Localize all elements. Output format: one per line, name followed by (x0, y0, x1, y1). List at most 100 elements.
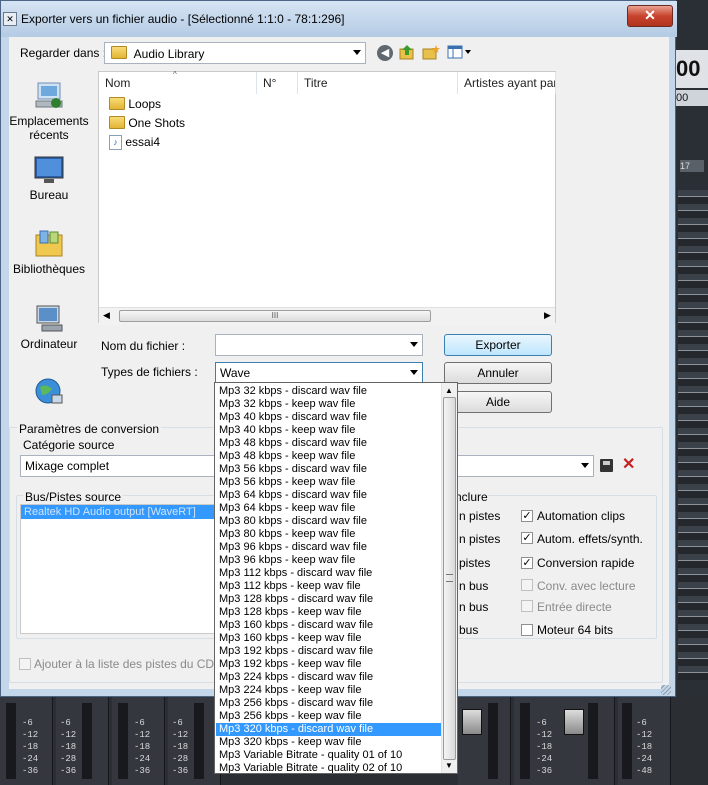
up-folder-icon[interactable] (399, 44, 415, 60)
dropdown-option[interactable]: Mp3 48 kbps - keep wav file (216, 450, 441, 463)
list-item[interactable]: One Shots (109, 116, 185, 130)
help-button[interactable]: Aide (444, 391, 552, 413)
dropdown-option[interactable]: Mp3 Variable Bitrate - quality 02 of 10 (216, 762, 441, 773)
dropdown-option[interactable]: Mp3 192 kbps - keep wav file (216, 658, 441, 671)
dropdown-option[interactable]: Mp3 64 kbps - discard wav file (216, 489, 441, 502)
list-item[interactable]: Realtek HD Audio output [WaveRT] (21, 505, 219, 519)
fast-conversion-checkbox[interactable]: ✓ (521, 557, 533, 569)
column-header-name[interactable]: Nom ^ (99, 70, 257, 94)
new-folder-icon[interactable] (422, 44, 440, 60)
place-desktop[interactable]: Bureau (9, 155, 89, 202)
filename-input[interactable] (215, 334, 423, 356)
mixer-strip: -6 -12 -18 -28 -36 (56, 697, 109, 785)
include-option[interactable]: n pistes (459, 532, 500, 546)
dropdown-scroll-thumb[interactable] (443, 397, 456, 760)
dropdown-option[interactable]: Mp3 192 kbps - discard wav file (216, 645, 441, 658)
folder-icon (109, 116, 125, 130)
dropdown-option[interactable]: Mp3 40 kbps - discard wav file (216, 411, 441, 424)
dropdown-option[interactable]: Mp3 160 kbps - keep wav file (216, 632, 441, 645)
dropdown-option[interactable]: Mp3 64 kbps - keep wav file (216, 502, 441, 515)
mixer-strip (562, 697, 615, 785)
dropdown-option[interactable]: Mp3 32 kbps - keep wav file (216, 398, 441, 411)
daw-waveforms (678, 190, 708, 680)
dropdown-option[interactable]: Mp3 112 kbps - discard wav file (216, 567, 441, 580)
meter-scale: -6 -12 -18 -24 -36 (22, 718, 39, 776)
dropdown-option[interactable]: Mp3 256 kbps - keep wav file (216, 710, 441, 723)
save-preset-icon[interactable] (600, 459, 613, 472)
dropdown-option[interactable]: Mp3 128 kbps - discard wav file (216, 593, 441, 606)
place-recent[interactable]: Emplacements récents (9, 81, 89, 142)
bus-list[interactable]: Realtek HD Audio output [WaveRT] (20, 504, 220, 634)
delete-preset-icon[interactable]: ✕ (622, 455, 635, 475)
place-network[interactable] (9, 377, 89, 410)
automation-clips-checkbox[interactable]: ✓ (521, 510, 533, 522)
chevron-down-icon (581, 463, 589, 468)
filename-label: Nom du fichier : (101, 339, 186, 353)
filetype-dropdown-list[interactable]: Mp3 32 kbps - discard wav file Mp3 32 kbp… (214, 382, 458, 774)
dialog-title: Exporter vers un fichier audio - [Sélect… (21, 12, 345, 26)
mixer-strip: -6 -12 -18 -24 -36 (514, 697, 567, 785)
column-header-artists[interactable]: Artistes ayant par (458, 72, 556, 94)
dropdown-option[interactable]: Mp3 128 kbps - keep wav file (216, 606, 441, 619)
list-item[interactable]: Loops (109, 97, 161, 111)
column-header-number[interactable]: N° (257, 72, 298, 94)
filetype-select[interactable]: Wave (215, 362, 423, 384)
lookin-combo[interactable]: Audio Library (104, 42, 366, 64)
resize-grip[interactable] (661, 685, 671, 695)
conversion-legend: Paramètres de conversion (17, 422, 162, 436)
scroll-right-icon[interactable]: ▶ (544, 310, 551, 321)
dropdown-option[interactable]: Mp3 80 kbps - keep wav file (216, 528, 441, 541)
include-option[interactable]: n bus (459, 579, 488, 593)
scroll-left-icon[interactable]: ◀ (103, 310, 110, 321)
network-icon (32, 377, 66, 407)
dropdown-option[interactable]: Mp3 160 kbps - discard wav file (216, 619, 441, 632)
dropdown-option[interactable]: Mp3 56 kbps - discard wav file (216, 463, 441, 476)
place-libraries[interactable]: Bibliothèques (9, 229, 89, 276)
dropdown-option[interactable]: Mp3 224 kbps - keep wav file (216, 684, 441, 697)
view-menu-icon[interactable] (447, 44, 473, 60)
dropdown-option[interactable]: Mp3 Variable Bitrate - quality 01 of 10 (216, 749, 441, 762)
daw-track-view: 00 00 17 (676, 0, 708, 785)
include-option[interactable]: n bus (459, 600, 488, 614)
option-label: Autom. effets/synth. (537, 532, 643, 546)
scroll-down-icon[interactable]: ▼ (445, 761, 453, 770)
dropdown-option[interactable]: Mp3 320 kbps - keep wav file (216, 736, 441, 749)
engine-64bit-checkbox[interactable] (521, 624, 533, 636)
dropdown-option[interactable]: Mp3 56 kbps - keep wav file (216, 476, 441, 489)
dropdown-option[interactable]: Mp3 32 kbps - discard wav file (216, 385, 441, 398)
folder-icon (109, 97, 125, 111)
export-button[interactable]: Exporter (444, 334, 552, 356)
include-option[interactable]: n pistes (459, 509, 500, 523)
add-to-cd-checkbox[interactable] (19, 658, 31, 670)
scrollbar-thumb[interactable]: III (119, 310, 431, 322)
place-label: Emplacements récents (9, 114, 89, 142)
dropdown-option[interactable]: Mp3 96 kbps - keep wav file (216, 554, 441, 567)
dropdown-option[interactable]: Mp3 48 kbps - discard wav file (216, 437, 441, 450)
dropdown-option[interactable]: Mp3 96 kbps - discard wav file (216, 541, 441, 554)
autom-effects-checkbox[interactable]: ✓ (521, 532, 533, 544)
desktop-icon (32, 155, 66, 185)
fader-handle[interactable] (564, 709, 584, 735)
back-icon[interactable]: ◀ (377, 45, 393, 61)
bus-label: Bus/Pistes source (23, 490, 124, 504)
dropdown-option[interactable]: Mp3 320 kbps - discard wav file (216, 723, 441, 736)
cancel-button[interactable]: Annuler (444, 362, 552, 384)
dropdown-option[interactable]: Mp3 224 kbps - discard wav file (216, 671, 441, 684)
dropdown-option[interactable]: Mp3 40 kbps - keep wav file (216, 424, 441, 437)
column-header-title[interactable]: Titre (298, 72, 458, 94)
place-computer[interactable]: Ordinateur (9, 304, 89, 351)
libraries-icon (32, 229, 66, 259)
dropdown-option[interactable]: Mp3 112 kbps - keep wav file (216, 580, 441, 593)
list-item[interactable]: ♪ essai4 (109, 135, 160, 151)
scroll-up-icon[interactable]: ▲ (445, 386, 453, 395)
option-label: Moteur 64 bits (537, 623, 614, 637)
close-button[interactable]: ✕ (627, 5, 673, 27)
dropdown-option[interactable]: Mp3 80 kbps - discard wav file (216, 515, 441, 528)
mixer-strip (458, 697, 511, 785)
include-option[interactable]: bus (459, 623, 478, 637)
fader-handle[interactable] (462, 709, 482, 735)
dropdown-option[interactable]: Mp3 256 kbps - discard wav file (216, 697, 441, 710)
file-list[interactable]: Nom ^ N° Titre Artistes ayant par Loops O… (98, 70, 556, 323)
computer-icon (32, 304, 66, 334)
include-option[interactable]: pistes (459, 556, 490, 570)
